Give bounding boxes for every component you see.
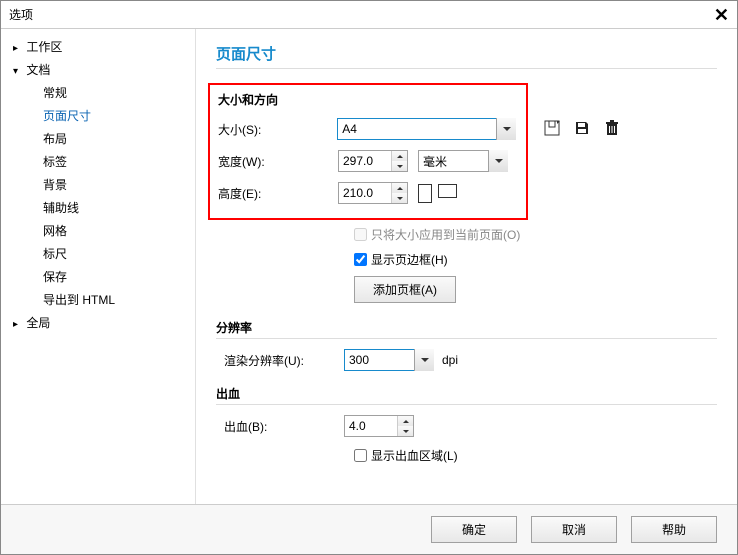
label-bleed: 出血(B): <box>224 418 344 435</box>
sidebar-tree: 工作区 文档 常规 页面尺寸 布局 标签 背景 辅助线 网格 标尺 保存 导出到… <box>1 29 196 504</box>
width-spinner[interactable] <box>338 150 408 172</box>
spin-up-icon[interactable] <box>392 183 407 193</box>
help-button[interactable]: 帮助 <box>631 516 717 543</box>
titlebar: 选项 ✕ <box>1 1 737 29</box>
tree-label: 工作区 <box>26 40 62 54</box>
size-input[interactable] <box>337 118 516 140</box>
content-area: 工作区 文档 常规 页面尺寸 布局 标签 背景 辅助线 网格 标尺 保存 导出到… <box>1 29 737 504</box>
label-size: 大小(S): <box>218 121 337 138</box>
window-title: 选项 <box>9 1 33 29</box>
sidebar-item-general[interactable]: 常规 <box>1 81 195 104</box>
render-res-combo[interactable] <box>344 349 434 371</box>
orientation-landscape[interactable] <box>438 184 457 198</box>
dropdown-arrow-icon[interactable] <box>496 118 516 140</box>
checkbox-apply-current-only: 只将大小应用到当前页面(O) <box>354 226 717 243</box>
row-height: 高度(E): <box>210 182 516 204</box>
tree-label: 全局 <box>26 316 50 330</box>
sidebar-item-workspace[interactable]: 工作区 <box>1 35 195 58</box>
floppy-save-icon[interactable] <box>570 117 594 139</box>
cancel-button[interactable]: 取消 <box>531 516 617 543</box>
footer: 确定 取消 帮助 <box>1 504 737 554</box>
dropdown-arrow-icon[interactable] <box>488 150 508 172</box>
height-spinner[interactable] <box>338 182 408 204</box>
chevron-down-icon[interactable] <box>13 63 23 77</box>
main-panel: 页面尺寸 大小和方向 大小(S): 宽度(W): <box>196 29 737 504</box>
section-header-size: 大小和方向 <box>210 91 516 118</box>
section-header-bleed: 出血 <box>216 385 717 405</box>
close-icon[interactable]: ✕ <box>714 1 729 29</box>
size-orientation-group: 大小和方向 大小(S): 宽度(W): <box>208 83 528 220</box>
spin-up-icon[interactable] <box>398 416 413 426</box>
spin-down-icon[interactable] <box>398 426 413 436</box>
label-height: 高度(E): <box>218 185 338 202</box>
trash-icon[interactable] <box>600 117 624 139</box>
sidebar-item-grid[interactable]: 网格 <box>1 219 195 242</box>
checkbox-label: 只将大小应用到当前页面(O) <box>371 226 520 243</box>
unit-combo[interactable] <box>418 150 508 172</box>
chevron-right-icon[interactable] <box>13 316 23 330</box>
spin-down-icon[interactable] <box>392 193 407 203</box>
sidebar-item-export-html[interactable]: 导出到 HTML <box>1 288 195 311</box>
checkbox-label[interactable]: 显示页边框(H) <box>371 251 448 268</box>
row-size: 大小(S): <box>210 118 516 140</box>
spin-up-icon[interactable] <box>392 151 407 161</box>
sidebar-item-page-size[interactable]: 页面尺寸 <box>1 104 195 127</box>
checkbox-input[interactable] <box>354 253 367 266</box>
label-dpi: dpi <box>442 353 458 367</box>
sidebar-item-label[interactable]: 标签 <box>1 150 195 173</box>
sidebar-item-global[interactable]: 全局 <box>1 311 195 334</box>
ok-button[interactable]: 确定 <box>431 516 517 543</box>
row-width: 宽度(W): <box>210 150 516 172</box>
orientation-portrait[interactable] <box>418 184 432 203</box>
dropdown-arrow-icon[interactable] <box>414 349 434 371</box>
checkbox-show-page-frame[interactable]: 显示页边框(H) <box>354 251 717 268</box>
checkbox-input[interactable] <box>354 449 367 462</box>
checkbox-input <box>354 228 367 241</box>
sidebar-item-ruler[interactable]: 标尺 <box>1 242 195 265</box>
spin-down-icon[interactable] <box>392 161 407 171</box>
size-combo[interactable] <box>337 118 516 140</box>
sidebar-item-background[interactable]: 背景 <box>1 173 195 196</box>
row-render-res: 渲染分辨率(U): dpi <box>216 349 717 371</box>
section-header-resolution: 分辨率 <box>216 319 717 339</box>
sidebar-item-save[interactable]: 保存 <box>1 265 195 288</box>
sidebar-item-document[interactable]: 文档 <box>1 58 195 81</box>
page-title: 页面尺寸 <box>216 43 717 69</box>
label-render-res: 渲染分辨率(U): <box>224 352 344 369</box>
width-input[interactable] <box>339 151 391 171</box>
orientation-group <box>418 184 457 203</box>
save-preset-icon[interactable] <box>540 117 564 139</box>
row-bleed: 出血(B): <box>216 415 717 437</box>
checkbox-label[interactable]: 显示出血区域(L) <box>371 447 458 464</box>
height-input[interactable] <box>339 183 391 203</box>
checkbox-show-bleed-area[interactable]: 显示出血区域(L) <box>354 447 717 464</box>
chevron-right-icon[interactable] <box>13 40 23 54</box>
add-frame-button[interactable]: 添加页框(A) <box>354 276 456 303</box>
label-width: 宽度(W): <box>218 153 338 170</box>
bleed-spinner[interactable] <box>344 415 414 437</box>
sidebar-item-guidelines[interactable]: 辅助线 <box>1 196 195 219</box>
bleed-input[interactable] <box>345 416 397 436</box>
tree-label: 文档 <box>26 63 50 77</box>
sidebar-item-layout[interactable]: 布局 <box>1 127 195 150</box>
